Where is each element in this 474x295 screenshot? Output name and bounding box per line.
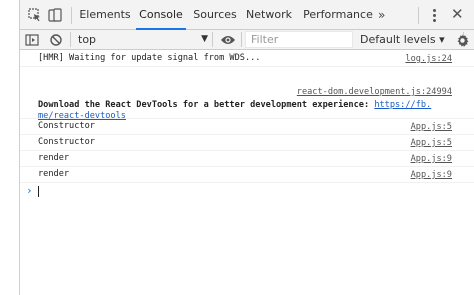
toolbar-divider — [212, 32, 213, 47]
toolbar-divider — [241, 32, 242, 47]
console-message: react-dom.development.js:24994 Download … — [20, 67, 474, 121]
message-source-link[interactable]: App.js:9 — [411, 152, 452, 167]
message-source-link[interactable]: log.js:24 — [405, 52, 452, 67]
console-message: render App.js:9 — [20, 167, 474, 183]
more-tabs-button[interactable]: » — [378, 0, 385, 30]
tab-sources[interactable]: Sources — [193, 0, 237, 30]
toolbar-divider — [70, 32, 71, 47]
message-text-part: Download the React DevTools for a better… — [38, 100, 375, 110]
inspect-element-icon[interactable] — [27, 7, 43, 23]
toolbar-divider — [418, 7, 419, 24]
device-toolbar-icon[interactable] — [47, 7, 63, 23]
tab-network[interactable]: Network — [245, 0, 293, 30]
toolbar-divider — [71, 7, 72, 24]
message-source-link[interactable]: App.js:5 — [411, 120, 452, 135]
message-text: Download the React DevTools for a better… — [38, 99, 431, 111]
message-source-link[interactable]: App.js:9 — [411, 168, 452, 183]
console-message: Constructor App.js:5 — [20, 135, 474, 151]
tab-console[interactable]: Console — [136, 0, 186, 30]
message-source-link[interactable]: App.js:5 — [411, 136, 452, 151]
message-text: render — [38, 153, 70, 163]
settings-gear-icon[interactable] — [454, 32, 470, 48]
console-message: render App.js:9 — [20, 151, 474, 167]
message-text: Constructor — [38, 137, 95, 147]
tab-performance[interactable]: Performance — [303, 0, 373, 30]
console-toolbar: top ▼ Default levels ▾ — [20, 30, 474, 50]
prompt-chevron-icon: › — [26, 184, 33, 197]
console-message: Constructor App.js:5 — [20, 119, 474, 135]
console-message: [HMR] Waiting for update signal from WDS… — [20, 51, 474, 67]
context-selector[interactable]: top ▼ — [75, 31, 208, 48]
sidebar-toggle-icon[interactable] — [24, 32, 40, 48]
console-output: [HMR] Waiting for update signal from WDS… — [20, 51, 474, 295]
close-icon[interactable]: ✕ — [451, 6, 464, 22]
left-gutter — [0, 0, 20, 295]
filter-input[interactable] — [245, 31, 353, 48]
message-source-link[interactable]: react-dom.development.js:24994 — [297, 85, 452, 100]
devtools-tab-bar: Elements Console Sources Network Perform… — [20, 0, 474, 30]
log-levels-dropdown[interactable]: Default levels ▾ — [358, 31, 458, 48]
text-caret — [38, 186, 39, 197]
clear-console-icon[interactable] — [48, 32, 64, 48]
devtools-link[interactable]: https://fb. — [374, 100, 431, 110]
dropdown-arrow-icon: ▼ — [201, 34, 208, 44]
context-value: top — [78, 33, 97, 46]
message-text: Constructor — [38, 121, 95, 131]
tab-elements[interactable]: Elements — [78, 0, 132, 30]
customize-menu-icon[interactable] — [429, 7, 439, 23]
console-prompt[interactable]: › — [20, 183, 474, 199]
message-text: render — [38, 169, 70, 179]
eye-icon[interactable] — [218, 32, 238, 48]
